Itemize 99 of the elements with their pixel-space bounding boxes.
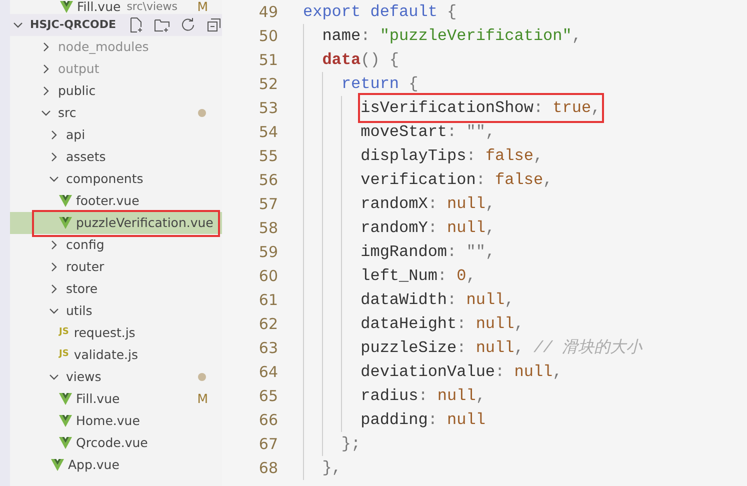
folder-row[interactable]: components — [10, 168, 222, 190]
code-line: verification: false, — [360, 170, 553, 191]
line-number: 60 — [258, 266, 278, 287]
folder-row[interactable]: public — [10, 80, 222, 102]
file-name: Home.vue — [76, 412, 140, 430]
code-line: displayTips: false, — [360, 146, 544, 167]
file-name: validate.js — [74, 346, 138, 364]
file-name: App.vue — [68, 456, 120, 474]
code-line: randomX: null, — [360, 194, 496, 215]
file-row[interactable]: JS validate.js — [10, 344, 222, 366]
code-line: puzzleSize: null, // 滑块的大小 — [360, 338, 642, 359]
file-name[interactable]: Fill.vue — [77, 0, 121, 16]
line-number: 55 — [258, 146, 278, 167]
file-name: footer.vue — [76, 192, 140, 210]
line-number: 62 — [258, 314, 278, 335]
file-name: config — [66, 236, 104, 254]
folder-row[interactable]: store — [10, 278, 222, 300]
code-line: radius: null, — [360, 386, 486, 407]
v-logo-icon — [51, 459, 64, 471]
line-number: 57 — [258, 194, 278, 215]
code-line: isVerificationShow: true, — [360, 96, 601, 120]
file-name: router — [66, 258, 104, 276]
v-logo-icon — [59, 393, 72, 405]
file-row[interactable]: Qrcode.vue — [10, 432, 222, 454]
v-logo-icon — [59, 437, 72, 449]
code-line: }; — [341, 434, 361, 455]
code-line: dataHeight: null, — [360, 314, 524, 335]
code-line: data() { — [322, 50, 400, 71]
modified-status: M — [197, 0, 208, 16]
v-logo-icon — [59, 195, 72, 207]
line-number: 56 — [258, 170, 278, 191]
code-line: deviationValue: null, — [360, 362, 562, 383]
new-folder-icon[interactable] — [154, 17, 170, 33]
file-name: views — [66, 368, 102, 386]
v-logo-icon — [59, 217, 72, 229]
code-line: left_Num: 0, — [360, 266, 476, 287]
explorer-header[interactable]: HSJC-QRCODE — [10, 14, 222, 36]
line-number: 59 — [258, 242, 278, 263]
file-name: request.js — [74, 324, 136, 342]
file-row[interactable]: Fill.vue M — [10, 388, 222, 410]
js-file-icon: JS — [59, 348, 69, 362]
modified-status: M — [197, 390, 208, 408]
folder-row[interactable]: views — [10, 366, 222, 388]
line-number: 67 — [258, 434, 278, 455]
file-row[interactable]: JS request.js — [10, 322, 222, 344]
js-file-icon: JS — [59, 326, 69, 340]
file-name: components — [66, 170, 144, 188]
file-name: src — [58, 104, 76, 122]
folder-row[interactable]: utils — [10, 300, 222, 322]
file-name: assets — [66, 148, 106, 166]
line-number: 63 — [258, 338, 278, 359]
modified-dot — [198, 373, 206, 381]
file-name: node_modules — [58, 38, 149, 56]
code-line: imgRandom: "", — [360, 242, 496, 263]
file-name: Fill.vue — [76, 390, 120, 408]
modified-dot — [198, 109, 206, 117]
line-number: 61 — [258, 290, 278, 311]
refresh-icon[interactable] — [180, 17, 196, 33]
v-logo-icon — [60, 1, 73, 13]
line-number: 64 — [258, 362, 278, 383]
line-number: 66 — [258, 410, 278, 431]
code-line: return { — [341, 74, 418, 95]
file-row[interactable]: Home.vue — [10, 410, 222, 432]
file-name: output — [58, 60, 100, 78]
code-line: name: "puzzleVerification", — [322, 26, 582, 47]
line-number: 51 — [258, 50, 278, 71]
new-file-icon[interactable] — [128, 17, 144, 33]
line-number: 53 — [258, 98, 278, 119]
line-number: 58 — [258, 218, 278, 239]
folder-row[interactable]: router — [10, 256, 222, 278]
project-title: HSJC-QRCODE — [30, 16, 116, 33]
collapse-all-icon[interactable] — [206, 17, 222, 33]
file-name: Qrcode.vue — [76, 434, 148, 452]
line-number: 49 — [258, 2, 278, 23]
v-logo-icon — [59, 415, 72, 427]
file-row[interactable]: puzzleVerification.vue — [10, 212, 222, 234]
code-line: randomY: null, — [360, 218, 496, 239]
file-path: src\views — [126, 0, 178, 15]
folder-row[interactable]: src — [10, 102, 222, 124]
line-number: 65 — [258, 386, 278, 407]
line-number: 54 — [258, 122, 278, 143]
file-name: store — [66, 280, 98, 298]
line-number: 50 — [258, 26, 278, 47]
folder-row[interactable]: config — [10, 234, 222, 256]
file-row[interactable]: footer.vue — [10, 190, 222, 212]
line-number: 68 — [258, 458, 278, 479]
file-name: public — [58, 82, 96, 100]
code-line: padding: null — [360, 410, 486, 431]
folder-row[interactable]: api — [10, 124, 222, 146]
code-line: export default { — [303, 2, 457, 23]
file-row[interactable]: App.vue — [10, 454, 222, 476]
code-line: moveStart: "", — [360, 122, 496, 143]
code-line: dataWidth: null, — [360, 290, 514, 311]
file-name: puzzleVerification.vue — [76, 214, 214, 232]
code-line: }, — [322, 458, 342, 479]
folder-row[interactable]: assets — [10, 146, 222, 168]
line-number: 52 — [258, 74, 278, 95]
file-name: api — [66, 126, 86, 144]
file-name: utils — [66, 302, 92, 320]
